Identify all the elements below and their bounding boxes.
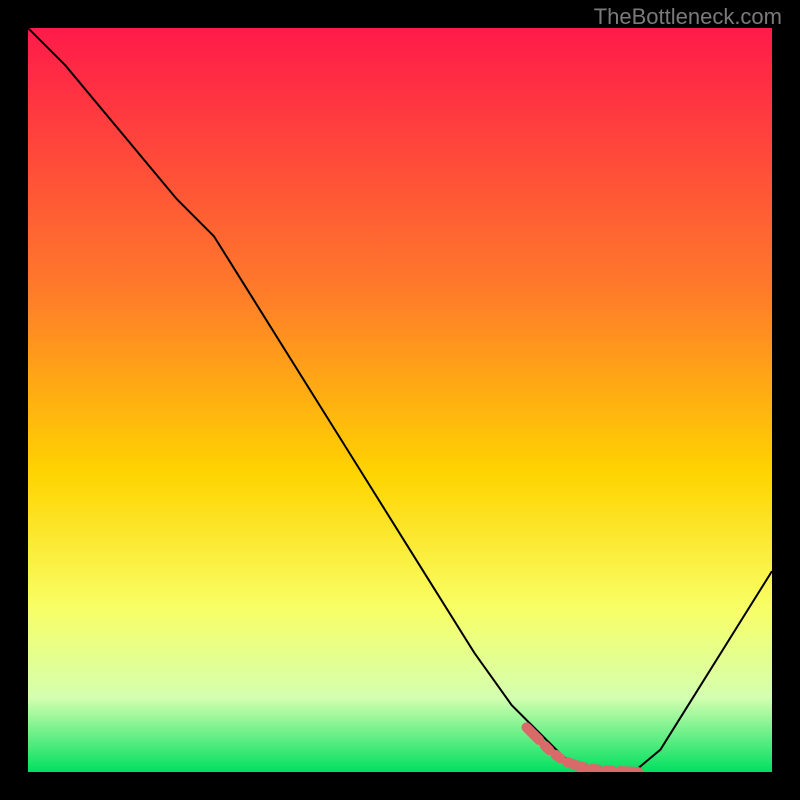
- chart-frame: TheBottleneck.com: [0, 0, 800, 800]
- chart-svg: [28, 28, 772, 772]
- gradient-background: [28, 28, 772, 772]
- watermark-text: TheBottleneck.com: [594, 4, 782, 30]
- plot-area: [28, 28, 772, 772]
